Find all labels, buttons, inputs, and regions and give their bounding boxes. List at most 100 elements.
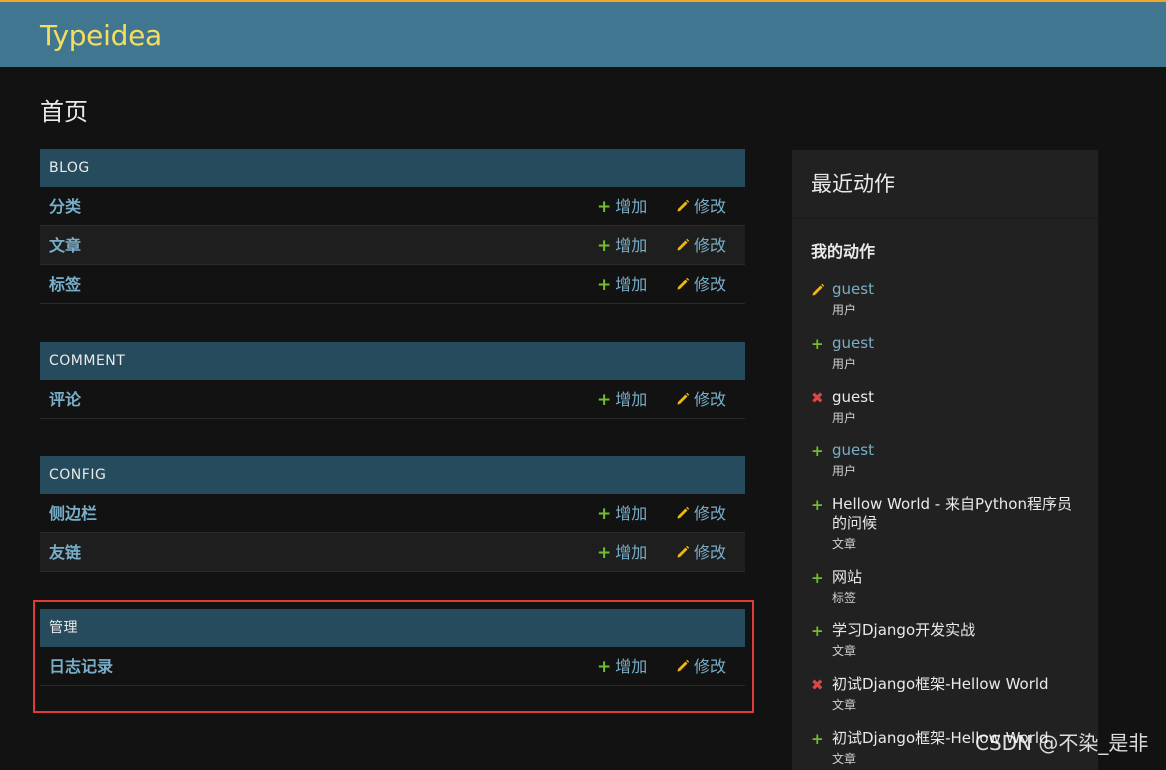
pencil-icon [677, 659, 690, 672]
add-label: 增加 [615, 236, 648, 255]
change-link[interactable]: 修改 [676, 380, 726, 419]
action-item: + guest 用户 [811, 441, 1081, 479]
plus-icon: + [597, 504, 612, 524]
plus-icon: + [811, 496, 824, 514]
plus-icon: + [597, 390, 612, 410]
add-link[interactable]: + 增加 [597, 533, 647, 573]
pencil-icon [677, 392, 690, 405]
plus-icon: + [811, 569, 824, 587]
action-title: Hellow World - 来自Python程序员的问候 [832, 495, 1072, 532]
add-link[interactable]: + 增加 [597, 380, 647, 420]
model-row: 标签 + 增加 修改 [40, 265, 745, 304]
module-header-admin[interactable]: 管理 [40, 609, 745, 647]
action-type: 文章 [832, 537, 857, 551]
action-type: 用户 [832, 411, 857, 425]
action-type: 用户 [832, 303, 857, 317]
pencil-icon [677, 199, 690, 212]
action-title: 学习Django开发实战 [832, 621, 976, 639]
change-label: 修改 [694, 197, 727, 216]
add-link[interactable]: + 增加 [597, 265, 647, 305]
change-link[interactable]: 修改 [676, 647, 726, 686]
add-label: 增加 [615, 390, 648, 409]
action-item: ✖ 初试Django框架-Hellow World 文章 [811, 675, 1081, 713]
add-link[interactable]: + 增加 [597, 226, 647, 266]
action-type: 用户 [832, 357, 857, 371]
plus-icon: + [597, 543, 612, 563]
site-brand[interactable]: Typeidea [40, 19, 162, 52]
model-link[interactable]: 文章 [49, 226, 81, 265]
module-blog: BLOG 分类 + 增加 修改 文章 + 增加 修改 标签 + 增加 修改 [40, 149, 745, 304]
change-link[interactable]: 修改 [676, 187, 726, 226]
change-label: 修改 [694, 543, 727, 562]
model-link[interactable]: 侧边栏 [49, 494, 97, 533]
action-title: 网站 [832, 568, 863, 586]
action-title: guest [832, 388, 874, 406]
add-link[interactable]: + 增加 [597, 187, 647, 227]
model-link[interactable]: 友链 [49, 533, 81, 572]
module-header-config[interactable]: CONFIG [40, 456, 745, 494]
change-link[interactable]: 修改 [676, 265, 726, 304]
pencil-icon [677, 238, 690, 251]
model-row: 评论 + 增加 修改 [40, 380, 745, 419]
change-link[interactable]: 修改 [676, 494, 726, 533]
module-header-blog[interactable]: BLOG [40, 149, 745, 187]
pencil-icon [677, 277, 690, 290]
add-link[interactable]: + 增加 [597, 494, 647, 534]
action-item: + guest 用户 [811, 334, 1081, 372]
site-header: Typeidea [0, 0, 1166, 67]
add-link[interactable]: + 增加 [597, 647, 647, 687]
add-label: 增加 [615, 275, 648, 294]
action-title[interactable]: guest [832, 441, 1081, 460]
action-title[interactable]: guest [832, 280, 1081, 299]
plus-icon: + [811, 335, 824, 353]
model-link[interactable]: 分类 [49, 187, 81, 226]
action-type: 文章 [832, 698, 857, 712]
change-label: 修改 [694, 657, 727, 676]
plus-icon: + [597, 657, 612, 677]
my-actions-heading: 我的动作 [811, 242, 876, 261]
change-label: 修改 [694, 504, 727, 523]
delete-x-icon: ✖ [811, 676, 824, 694]
plus-icon: + [597, 275, 612, 295]
page-title: 首页 [40, 98, 88, 126]
model-link[interactable]: 评论 [49, 380, 81, 419]
action-title[interactable]: guest [832, 334, 1081, 353]
pencil-icon [677, 545, 690, 558]
model-row: 日志记录 + 增加 修改 [40, 647, 745, 686]
change-label: 修改 [694, 390, 727, 409]
delete-x-icon: ✖ [811, 389, 824, 407]
module-config: CONFIG 侧边栏 + 增加 修改 友链 + 增加 修改 [40, 456, 745, 572]
change-link[interactable]: 修改 [676, 533, 726, 572]
change-label: 修改 [694, 236, 727, 255]
action-title: 初试Django框架-Hellow World [832, 675, 1049, 693]
change-label: 修改 [694, 275, 727, 294]
action-item: + 网站 标签 [811, 568, 1081, 606]
action-item: guest 用户 [811, 280, 1081, 318]
add-label: 增加 [615, 657, 648, 676]
recent-actions-title: 最近动作 [792, 150, 1098, 219]
plus-icon: + [597, 236, 612, 256]
model-row: 文章 + 增加 修改 [40, 226, 745, 265]
action-type: 用户 [832, 464, 857, 478]
model-link[interactable]: 日志记录 [49, 647, 113, 686]
action-item: + Hellow World - 来自Python程序员的问候 文章 [811, 495, 1081, 552]
module-admin: 管理 日志记录 + 增加 修改 [40, 609, 745, 686]
add-label: 增加 [615, 543, 648, 562]
model-row: 友链 + 增加 修改 [40, 533, 745, 572]
model-row: 分类 + 增加 修改 [40, 187, 745, 226]
plus-icon: + [597, 197, 612, 217]
model-link[interactable]: 标签 [49, 265, 81, 304]
add-label: 增加 [615, 504, 648, 523]
recent-actions-panel: 最近动作 我的动作 guest 用户 + guest 用户 ✖ guest 用户… [792, 150, 1098, 770]
plus-icon: + [811, 622, 824, 640]
pencil-icon [812, 283, 825, 296]
action-type: 标签 [832, 591, 857, 605]
watermark: CSDN @不染_是非 [975, 731, 1149, 755]
plus-icon: + [811, 730, 824, 748]
module-comment: COMMENT 评论 + 增加 修改 [40, 342, 745, 419]
module-header-comment[interactable]: COMMENT [40, 342, 745, 380]
model-row: 侧边栏 + 增加 修改 [40, 494, 745, 533]
action-type: 文章 [832, 644, 857, 658]
pencil-icon [677, 506, 690, 519]
change-link[interactable]: 修改 [676, 226, 726, 265]
